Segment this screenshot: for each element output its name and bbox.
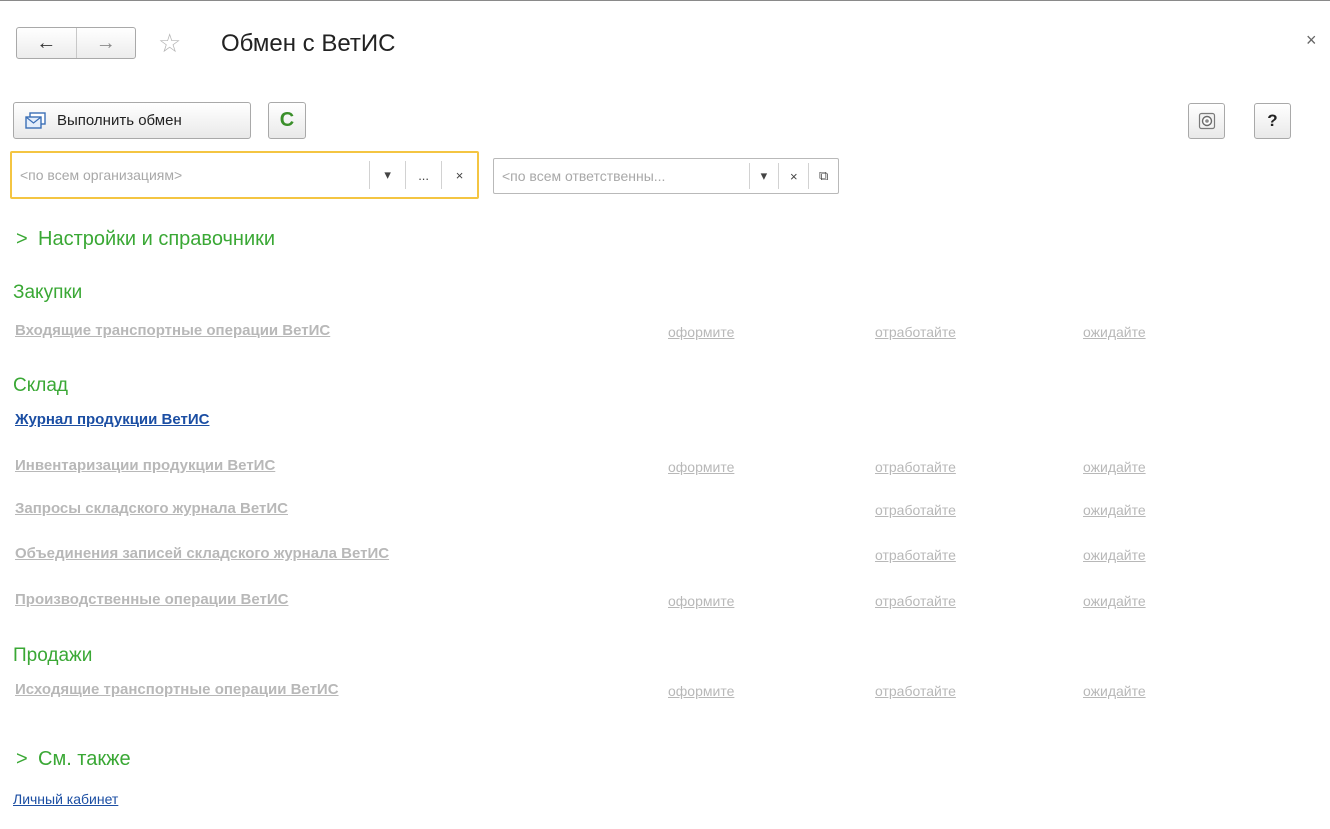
- product-journal-link[interactable]: Журнал продукции ВетИС: [15, 411, 209, 428]
- report-icon: [1198, 112, 1215, 130]
- refresh-icon: C: [279, 109, 295, 131]
- execute-exchange-button[interactable]: Выполнить обмен: [13, 102, 251, 139]
- production-operations-link[interactable]: Производственные операции ВетИС: [15, 591, 288, 608]
- see-also-section-label: См. также: [38, 748, 131, 770]
- status-draft-link[interactable]: оформите: [668, 683, 734, 699]
- personal-cabinet-link[interactable]: Личный кабинет: [13, 791, 118, 807]
- status-waiting-link[interactable]: ожидайте: [1083, 459, 1146, 475]
- status-draft-link[interactable]: оформите: [668, 593, 734, 609]
- forward-icon[interactable]: →: [75, 28, 136, 58]
- organization-clear-icon[interactable]: ×: [441, 161, 477, 189]
- responsible-clear-icon[interactable]: ×: [778, 163, 808, 189]
- responsible-dropdown-icon[interactable]: ▾: [748, 163, 779, 189]
- outgoing-transport-link[interactable]: Исходящие транспортные операции ВетИС: [15, 681, 339, 698]
- status-waiting-link[interactable]: ожидайте: [1083, 324, 1146, 340]
- organization-dropdown-icon[interactable]: ▾: [369, 161, 405, 189]
- star-icon[interactable]: ☆: [158, 30, 181, 56]
- status-process-link[interactable]: отработайте: [875, 502, 956, 518]
- group-title-purchases: Закупки: [13, 282, 83, 303]
- status-process-link[interactable]: отработайте: [875, 459, 956, 475]
- page-title: Обмен с ВетИС: [221, 30, 396, 57]
- status-waiting-link[interactable]: ожидайте: [1083, 502, 1146, 518]
- status-process-link[interactable]: отработайте: [875, 547, 956, 563]
- exchange-icon: [25, 111, 46, 129]
- refresh-button[interactable]: C: [268, 102, 306, 139]
- status-process-link[interactable]: отработайте: [875, 593, 956, 609]
- group-title-warehouse: Склад: [13, 375, 68, 396]
- inventory-link[interactable]: Инвентаризации продукции ВетИС: [15, 457, 275, 474]
- navigation-buttons: ← →: [16, 27, 136, 59]
- settings-section-label: Настройки и справочники: [38, 228, 276, 250]
- settings-section-toggle[interactable]: > Настройки и справочники: [16, 228, 275, 251]
- status-draft-link[interactable]: оформите: [668, 459, 734, 475]
- responsible-filter: ▾ × ⧉: [493, 158, 839, 194]
- merge-records-link[interactable]: Объединения записей складского журнала В…: [15, 545, 389, 562]
- back-icon[interactable]: ←: [17, 28, 76, 58]
- execute-exchange-label: Выполнить обмен: [57, 112, 182, 129]
- help-label: ?: [1267, 111, 1278, 130]
- journal-requests-link[interactable]: Запросы складского журнала ВетИС: [15, 500, 288, 517]
- status-draft-link[interactable]: оформите: [668, 324, 734, 340]
- chevron-right-icon: >: [16, 228, 28, 250]
- see-also-section-toggle[interactable]: > См. также: [16, 748, 131, 771]
- status-waiting-link[interactable]: ожидайте: [1083, 547, 1146, 563]
- organization-filter: ▾ ... ×: [10, 151, 479, 199]
- window-top-border: [0, 0, 1330, 1]
- help-button[interactable]: ?: [1254, 103, 1291, 139]
- status-waiting-link[interactable]: ожидайте: [1083, 683, 1146, 699]
- group-title-sales: Продажи: [13, 645, 93, 666]
- incoming-transport-link[interactable]: Входящие транспортные операции ВетИС: [15, 322, 330, 339]
- chevron-right-icon: >: [16, 748, 28, 770]
- organization-input[interactable]: [12, 153, 370, 197]
- organization-choose-button[interactable]: ...: [405, 161, 441, 189]
- status-waiting-link[interactable]: ожидайте: [1083, 593, 1146, 609]
- responsible-input[interactable]: [494, 159, 749, 193]
- report-settings-button[interactable]: [1188, 103, 1225, 139]
- status-process-link[interactable]: отработайте: [875, 683, 956, 699]
- responsible-open-icon[interactable]: ⧉: [808, 163, 838, 189]
- status-process-link[interactable]: отработайте: [875, 324, 956, 340]
- close-icon[interactable]: ×: [1306, 30, 1317, 51]
